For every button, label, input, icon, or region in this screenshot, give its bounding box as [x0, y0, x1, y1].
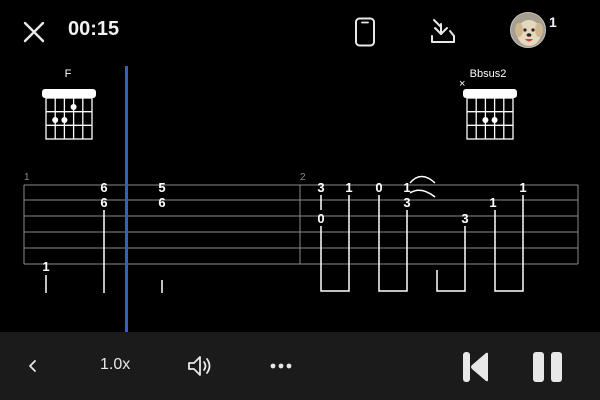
- tab-fret-number: 6: [100, 195, 108, 210]
- tab-fret-number: 3: [403, 195, 411, 210]
- playback-speed-button[interactable]: 1.0x: [100, 356, 130, 374]
- chord-name-f: F: [64, 68, 72, 80]
- tab-fret-number: 1: [489, 195, 497, 210]
- bottom-toolbar: 1.0x: [0, 332, 600, 400]
- chord-diagram-f: [42, 89, 96, 140]
- tab-fret-number: 6: [158, 195, 166, 210]
- tab-fret-number: 1: [345, 180, 353, 195]
- measure-number: 1: [24, 172, 30, 183]
- download-icon[interactable]: [429, 17, 457, 45]
- close-icon[interactable]: [22, 20, 46, 44]
- tab-fret-number: 3: [317, 180, 325, 195]
- avatar[interactable]: [510, 12, 546, 48]
- top-bar: 00:15 1: [0, 0, 600, 62]
- skip-back-icon[interactable]: [460, 350, 492, 384]
- tab-fret-number: 6: [100, 180, 108, 195]
- phone-icon[interactable]: [354, 17, 376, 47]
- tab-fret-number: 1: [42, 259, 50, 274]
- measure-number: 2: [300, 172, 306, 183]
- avatar-icon: [511, 13, 545, 47]
- tab-fret-number: 0: [375, 180, 383, 195]
- chord-diagram-bbsus2: [463, 89, 517, 140]
- tab-fret-number: 1: [519, 180, 527, 195]
- pause-icon[interactable]: [530, 350, 566, 384]
- tab-fret-number: 3: [461, 211, 469, 226]
- chevron-left-icon[interactable]: [26, 358, 40, 374]
- participant-count: 1: [549, 14, 557, 30]
- tab-fret-number: 5: [158, 180, 166, 195]
- tab-fret-number: 0: [317, 211, 325, 226]
- playhead-cursor[interactable]: [125, 66, 128, 332]
- tab-fret-number: 1: [403, 180, 411, 195]
- more-horizontal-icon[interactable]: [269, 362, 293, 370]
- speaker-icon[interactable]: [186, 354, 214, 378]
- playback-time: 00:15: [68, 18, 120, 40]
